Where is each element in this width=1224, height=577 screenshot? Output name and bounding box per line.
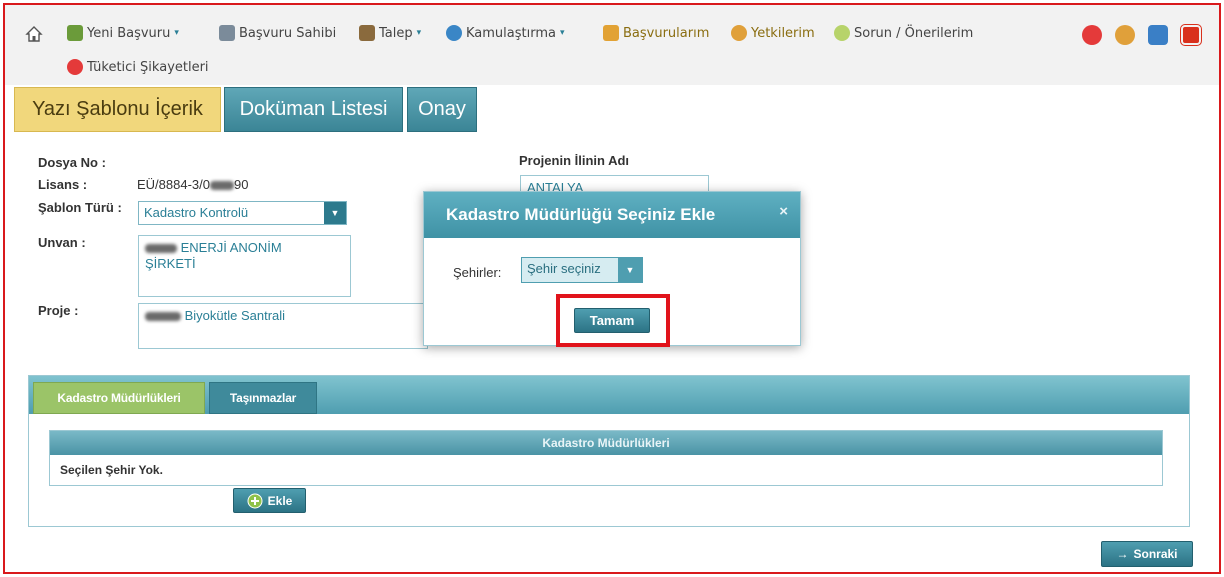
sablon-turu-label: Şablon Türü : — [38, 200, 122, 215]
sehirler-label: Şehirler: — [453, 265, 502, 280]
close-icon[interactable]: × — [779, 203, 788, 220]
nav-basvuru-sahibi-label: Başvuru Sahibi — [239, 25, 337, 41]
users-icon — [731, 25, 747, 41]
nav-tuketici-sikayetleri[interactable]: Tüketici Şikayetleri — [67, 59, 209, 75]
unvan-line-1: ENERJİ ANONİM — [145, 240, 344, 256]
lisans-label: Lisans : — [38, 177, 88, 192]
dosya-no-label: Dosya No : — [38, 155, 106, 170]
highlight-box — [556, 294, 670, 347]
nav-kamulastirma[interactable]: Kamulaştırma ▾ — [446, 25, 565, 41]
nav-basvurularim-label: Başvurularım — [623, 25, 710, 41]
redacted-mark — [210, 181, 234, 191]
tab-kadastro-mudurlukleri[interactable]: Kadastro Müdürlükleri — [33, 382, 205, 414]
nav-tuketici-sikayetleri-label: Tüketici Şikayetleri — [87, 59, 209, 75]
sehir-select[interactable]: Şehir seçiniz ▼ — [521, 257, 643, 283]
grid-empty-row: Seçilen Şehir Yok. — [60, 463, 163, 477]
dialog-header: Kadastro Müdürlüğü Seçiniz Ekle — [424, 192, 800, 238]
info-icon[interactable] — [1148, 25, 1168, 45]
complaint-phone-icon — [67, 59, 83, 75]
tab-dokuman-listesi[interactable]: Doküman Listesi — [224, 87, 403, 132]
dialog-title: Kadastro Müdürlüğü Seçiniz Ekle — [446, 205, 716, 224]
folder-icon — [603, 25, 619, 41]
chevron-down-icon: ▾ — [559, 28, 565, 38]
unvan-line1-text: ENERJİ ANONİM — [180, 240, 282, 255]
notification-phone-icon[interactable] — [1082, 25, 1102, 45]
nav-yeni-basvuru[interactable]: Yeni Başvuru ▾ — [67, 25, 179, 41]
kadastro-grid: Kadastro Müdürlükleri Seçilen Şehir Yok. — [49, 430, 1163, 486]
nav-kamulastirma-label: Kamulaştırma — [466, 25, 556, 41]
chevron-down-icon: ▾ — [416, 28, 422, 38]
projenin-ili-label: Projenin İlinin Adı — [519, 153, 630, 168]
tab-tasinmazlar[interactable]: Taşınmazlar — [209, 382, 317, 414]
tab-yazi-sablonu-icerik[interactable]: Yazı Şablonu İçerik — [14, 87, 221, 132]
new-application-icon — [67, 25, 83, 41]
nav-sorun-onerilerim[interactable]: Sorun / Önerilerim — [834, 25, 973, 41]
kadastro-tab-panel: Kadastro Müdürlükleri Taşınmazlar Kadast… — [28, 375, 1190, 527]
nav-yeni-basvuru-label: Yeni Başvuru — [87, 25, 171, 41]
power-icon[interactable] — [1181, 25, 1201, 45]
grid-header: Kadastro Müdürlükleri — [50, 431, 1162, 455]
home-icon[interactable] — [25, 25, 43, 43]
nav-yetkilerim[interactable]: Yetkilerim — [731, 25, 815, 41]
lisans-value-suffix: 90 — [234, 177, 249, 192]
nav-talep-label: Talep — [379, 25, 413, 41]
redacted-mark — [145, 312, 181, 322]
lisans-value-prefix: EÜ/8884-3/0 — [137, 177, 210, 192]
chevron-down-icon: ▾ — [174, 28, 179, 38]
sablon-turu-select[interactable]: Kadastro Kontrolü ▼ — [138, 201, 347, 225]
nav-basvuru-sahibi[interactable]: Başvuru Sahibi — [219, 25, 336, 41]
unvan-label: Unvan : — [38, 235, 86, 250]
add-button-label: Ekle — [267, 493, 293, 508]
application-window: Yeni Başvuru ▾ Başvuru Sahibi Talep ▾ Ka… — [3, 3, 1221, 574]
tab-onay[interactable]: Onay — [407, 87, 477, 132]
globe-icon — [446, 25, 462, 41]
next-button[interactable]: → Sonraki — [1101, 541, 1193, 567]
applicant-icon — [219, 25, 235, 41]
nav-talep[interactable]: Talep ▾ — [359, 25, 421, 41]
proje-value: Biyokütle Santrali — [184, 308, 286, 323]
nav-basvurularim[interactable]: Başvurularım — [603, 25, 709, 41]
speech-bubble-icon — [834, 25, 850, 41]
redacted-mark — [145, 244, 177, 254]
chevron-down-icon[interactable]: ▼ — [324, 202, 346, 224]
nav-yetkilerim-label: Yetkilerim — [751, 25, 815, 41]
next-button-label: Sonraki — [1133, 547, 1178, 561]
top-navigation: Yeni Başvuru ▾ Başvuru Sahibi Talep ▾ Ka… — [5, 5, 1219, 85]
proje-textarea[interactable]: Biyokütle Santrali — [138, 303, 428, 349]
user-profile-icon[interactable] — [1115, 25, 1135, 45]
add-button[interactable]: Ekle — [233, 488, 306, 513]
unvan-line2-text: ŞİRKETİ — [145, 256, 196, 271]
unvan-textarea[interactable]: ENERJİ ANONİM ŞİRKETİ — [138, 235, 351, 297]
lisans-value: EÜ/8884-3/0 90 — [137, 177, 248, 192]
proje-label: Proje : — [38, 303, 79, 318]
arrow-right-icon: → — [1116, 547, 1129, 561]
request-icon — [359, 25, 375, 41]
chevron-down-icon[interactable]: ▼ — [618, 258, 642, 282]
plus-circle-icon — [247, 493, 263, 508]
nav-sorun-onerilerim-label: Sorun / Önerilerim — [854, 25, 974, 41]
sablon-turu-value: Kadastro Kontrolü — [144, 205, 249, 220]
sehir-select-value: Şehir seçiniz — [527, 261, 601, 276]
